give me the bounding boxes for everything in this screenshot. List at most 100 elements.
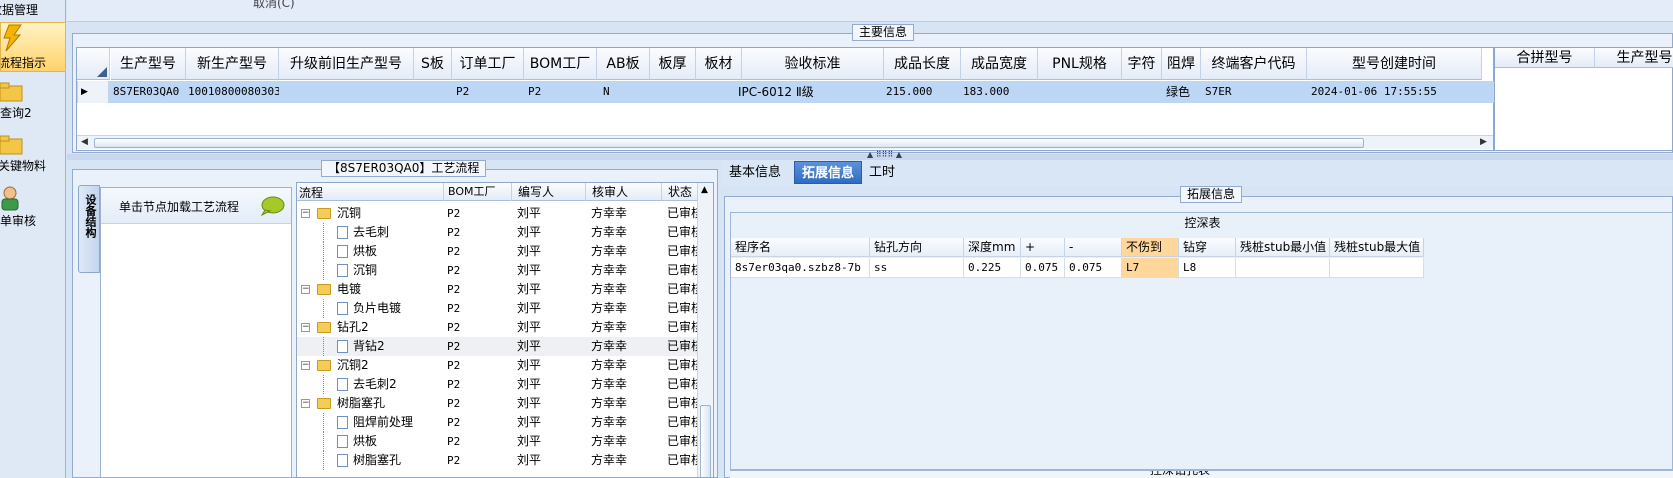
depth-column-header[interactable]: 程序名 [731, 238, 870, 257]
collapse-icon[interactable]: − [301, 323, 310, 332]
depth-table-cell[interactable]: ss [870, 258, 964, 278]
column-header[interactable]: 成品宽度 [961, 48, 1038, 80]
scroll-left-icon[interactable]: ◀ [81, 137, 88, 147]
nav-item-review[interactable]: 单审核 [0, 186, 66, 230]
table-cell[interactable] [1122, 81, 1162, 103]
process-row[interactable]: − 沉铜 P2 刘平 方幸幸 已审核 [297, 204, 699, 223]
splitter-grip-icon[interactable]: ▲ ⠿⠿⠿ ▲ [867, 150, 902, 159]
tree-line [323, 413, 333, 432]
column-header[interactable]: 板厚 [650, 48, 696, 80]
depth-column-header[interactable]: - [1065, 238, 1122, 257]
column-header[interactable]: AB板 [597, 48, 650, 80]
table-cell[interactable]: 215.000 [884, 81, 961, 103]
table-cell[interactable]: S7ER [1203, 81, 1309, 103]
nav-item-query2[interactable]: 查询2 [0, 80, 66, 124]
tab-extended-info[interactable]: 拓展信息 [794, 161, 863, 184]
table-cell[interactable]: P2 [454, 81, 526, 103]
collapse-icon[interactable]: − [301, 399, 310, 408]
depth-table-cell[interactable]: L7 [1122, 258, 1179, 278]
process-row[interactable]: − 树脂塞孔 P2 刘平 方幸幸 已审核 [297, 394, 699, 413]
nav-item-key-materials[interactable]: 关键物料 [0, 133, 66, 177]
process-row[interactable]: − 电镀 P2 刘平 方幸幸 已审核 [297, 280, 699, 299]
scrollbar-thumb[interactable] [94, 138, 1364, 148]
depth-table-cell[interactable] [1330, 258, 1424, 278]
vertical-scrollbar[interactable]: ▲ [697, 183, 713, 477]
collapse-icon[interactable]: − [301, 285, 310, 294]
table-cell[interactable]: IPC-6012 Ⅱ级 [736, 81, 878, 103]
column-header[interactable]: 生产型号 [111, 48, 186, 80]
table-cell[interactable] [414, 81, 452, 103]
table-cell[interactable]: P2 [526, 81, 599, 103]
depth-column-header[interactable]: + [1021, 238, 1065, 257]
depth-column-header[interactable]: 不伤到 [1122, 238, 1179, 257]
column-header[interactable]: 终端客户代码 [1201, 48, 1307, 80]
column-header-author[interactable]: 编写人 [511, 183, 554, 201]
depth-column-header[interactable]: 钻穿 [1179, 238, 1236, 257]
column-header-reviewer[interactable]: 核审人 [585, 183, 628, 201]
tab-device-structure[interactable]: 设备结构 [78, 185, 100, 273]
depth-table-cell[interactable]: L8 [1179, 258, 1236, 278]
column-header[interactable]: 字符 [1122, 48, 1162, 80]
depth-table-cell[interactable] [1236, 258, 1330, 278]
process-row[interactable]: 背钻2 P2 刘平 方幸幸 已审核 [297, 337, 699, 356]
column-header[interactable]: 新生产型号 [186, 48, 279, 80]
process-row[interactable]: 沉铜 P2 刘平 方幸幸 已审核 [297, 261, 699, 280]
collapse-icon[interactable]: − [301, 361, 310, 370]
merge-model-column-header[interactable]: 合拼型号 [1495, 48, 1595, 68]
table-cell[interactable] [650, 81, 696, 103]
process-row[interactable]: 烘板 P2 刘平 方幸幸 已审核 [297, 242, 699, 261]
depth-table-cell[interactable]: 0.225 [964, 258, 1021, 278]
column-header[interactable]: 验收标准 [742, 48, 884, 80]
tab-work-hours[interactable]: 工时 [862, 161, 902, 184]
column-header[interactable]: 板材 [696, 48, 742, 80]
column-header[interactable]: 阻焊 [1162, 48, 1201, 80]
column-header[interactable]: BOM工厂 [524, 48, 597, 80]
column-header-bom[interactable]: BOM工厂 [443, 183, 496, 201]
process-row[interactable]: 去毛刺2 P2 刘平 方幸幸 已审核 [297, 375, 699, 394]
process-grid: 流程 BOM工厂 编写人 核审人 状态 −沉铜P2刘平方幸幸已审核去毛刺P2刘平… [296, 182, 714, 478]
table-cell[interactable]: 2024-01-06 17:55:55 [1309, 81, 1484, 103]
table-cell[interactable]: 8S7ER03QA0 [111, 81, 186, 103]
table-cell[interactable] [279, 81, 414, 103]
depth-column-header[interactable]: 钻孔方向 [870, 238, 964, 257]
scroll-right-icon[interactable]: ▶ [1480, 137, 1487, 147]
process-row[interactable]: 去毛刺 P2 刘平 方幸幸 已审核 [297, 223, 699, 242]
horizontal-scrollbar[interactable]: ◀ ▶ [77, 135, 1493, 149]
process-status: 已审核 [667, 206, 699, 220]
cancel-button[interactable]: 取消(C) [253, 0, 295, 11]
depth-table-cell[interactable]: 8s7er03qa0.szbz8-7b [731, 258, 870, 278]
column-header[interactable]: S板 [414, 48, 452, 80]
depth-table-cell[interactable]: 0.075 [1021, 258, 1065, 278]
depth-column-header[interactable]: 残桩stub最小值 [1236, 238, 1330, 257]
table-cell[interactable] [1038, 81, 1122, 103]
nav-item-process-instruction[interactable]: 流程指示 [0, 22, 66, 72]
process-row[interactable]: 烘板 P2 刘平 方幸幸 已审核 [297, 432, 699, 451]
depth-column-header[interactable]: 残桩stub最大值 [1330, 238, 1424, 257]
collapse-icon[interactable]: − [301, 209, 310, 218]
column-header[interactable]: 成品长度 [884, 48, 961, 80]
process-row[interactable]: 树脂塞孔 P2 刘平 方幸幸 已审核 [297, 451, 699, 470]
table-cell[interactable]: 绿色 [1164, 81, 1203, 103]
column-header[interactable]: PNL规格 [1038, 48, 1122, 80]
process-row[interactable]: − 沉铜2 P2 刘平 方幸幸 已审核 [297, 356, 699, 375]
column-header-process[interactable]: 流程 [299, 184, 323, 201]
process-row[interactable]: 阻焊前处理 P2 刘平 方幸幸 已审核 [297, 413, 699, 432]
scrollbar-thumb[interactable] [700, 405, 711, 477]
tab-basic-info[interactable]: 基本信息 [722, 161, 788, 184]
production-model-column-header[interactable]: 生产型号 [1595, 48, 1673, 68]
depth-column-header[interactable]: 深度mm [964, 238, 1021, 257]
column-header[interactable]: 订单工厂 [452, 48, 524, 80]
column-header[interactable]: 型号创建时间 [1307, 48, 1482, 80]
column-header-status[interactable]: 状态 [661, 183, 692, 201]
table-cell[interactable]: 183.000 [961, 81, 1038, 103]
table-cell[interactable]: N [601, 81, 654, 103]
nav-item-data-management[interactable]: 数据管理 [0, 0, 66, 20]
table-cell[interactable]: 10010800080303 [186, 81, 279, 103]
process-row[interactable]: 负片电镀 P2 刘平 方幸幸 已审核 [297, 299, 699, 318]
process-row[interactable]: − 钻孔2 P2 刘平 方幸幸 已审核 [297, 318, 699, 337]
depth-table-cell[interactable]: 0.075 [1065, 258, 1122, 278]
scroll-up-icon[interactable]: ▲ [701, 185, 708, 195]
process-reviewer: 方幸幸 [591, 415, 628, 429]
column-header[interactable]: 升级前旧生产型号 [279, 48, 414, 80]
tree-line [323, 261, 333, 280]
